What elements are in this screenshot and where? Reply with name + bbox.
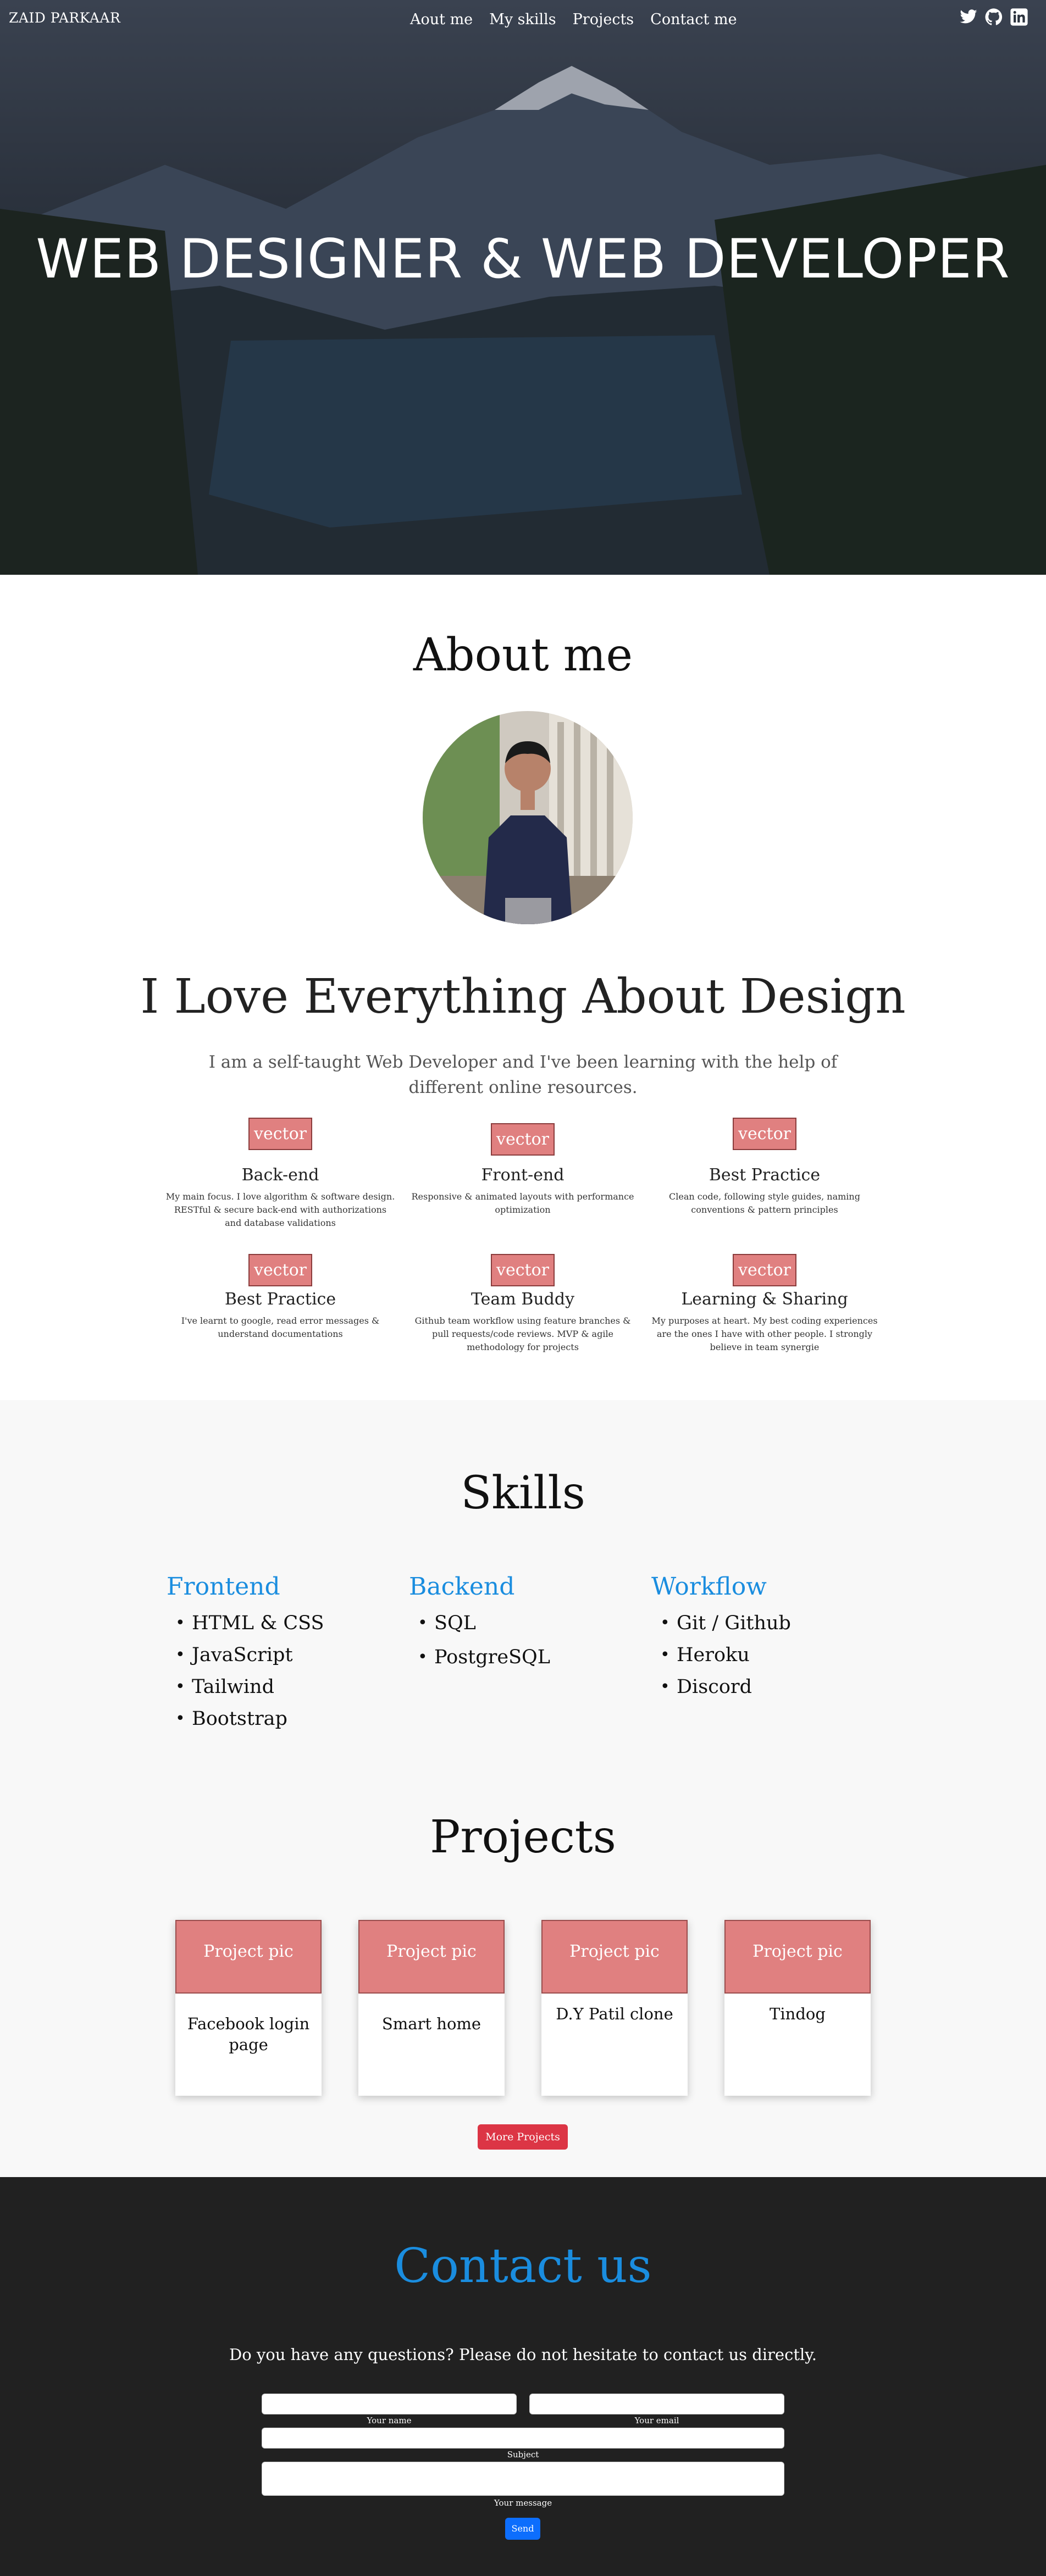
project-pic: Project pic — [175, 1920, 322, 1994]
projects-title: Projects — [430, 1811, 616, 1863]
feature-backend: vector Back-end My main focus. I love al… — [165, 1118, 396, 1230]
main-nav: Aout me My skills Projects Contact me — [410, 11, 737, 28]
message-field[interactable] — [262, 2462, 784, 2496]
nav-skills[interactable]: My skills — [489, 11, 556, 28]
project-card[interactable]: Project pic Tindog — [724, 1920, 871, 2096]
project-name: Tindog — [770, 2005, 826, 2023]
skill-item: Heroku — [651, 1639, 871, 1671]
skill-column-backend: Backend SQL PostgreSQL — [409, 1573, 629, 1674]
feature-frontend: vector Front-end Responsive & animated l… — [407, 1123, 638, 1217]
feature-text: My main focus. I love algorithm & softwa… — [165, 1191, 395, 1228]
vector-icon: vector — [248, 1118, 312, 1150]
feature-team-buddy: vector Team Buddy Github team workflow u… — [407, 1254, 638, 1354]
feature-text: Github team workflow using feature branc… — [414, 1315, 631, 1352]
vector-icon: vector — [491, 1254, 555, 1286]
contact-section: Contact us Do you have any questions? Pl… — [0, 2177, 1046, 2576]
project-name: Facebook login page — [187, 2014, 310, 2054]
skill-heading: Workflow — [651, 1573, 767, 1601]
email-label: Your email — [634, 2416, 679, 2425]
send-button[interactable]: Send — [505, 2518, 540, 2540]
message-label: Your message — [494, 2498, 552, 2508]
hero-title: WEB DESIGNER & WEB DEVELOPER — [36, 228, 1010, 291]
project-card[interactable]: Project pic D.Y Patil clone — [541, 1920, 688, 2096]
skill-item: Discord — [651, 1671, 871, 1703]
feature-learning-sharing: vector Learning & Sharing My purposes at… — [649, 1254, 880, 1354]
twitter-icon[interactable] — [959, 8, 978, 26]
hero-section: ZAID PARKAAR Aout me My skills Projects … — [0, 0, 1046, 575]
vector-icon: vector — [733, 1118, 796, 1150]
project-pic: Project pic — [541, 1920, 688, 1994]
skill-item: JavaScript — [167, 1639, 386, 1671]
nav-about[interactable]: Aout me — [410, 11, 473, 28]
about-title: About me — [413, 629, 633, 681]
skill-item: PostgreSQL — [409, 1640, 629, 1674]
skill-heading: Frontend — [167, 1573, 280, 1601]
feature-best-practice-2: vector Best Practice I've learnt to goog… — [165, 1254, 396, 1341]
skill-item: HTML & CSS — [167, 1607, 386, 1639]
vector-icon: vector — [491, 1123, 555, 1156]
avatar — [423, 711, 633, 924]
skill-item: Git / Github — [651, 1607, 871, 1639]
project-pic: Project pic — [724, 1920, 871, 1994]
feature-title: Back-end — [241, 1165, 319, 1185]
feature-title: Front-end — [481, 1165, 564, 1185]
nav-projects[interactable]: Projects — [573, 11, 634, 28]
skill-item: Bootstrap — [167, 1703, 386, 1735]
skill-item: Tailwind — [167, 1671, 386, 1703]
brand-logo[interactable]: ZAID PARKAAR — [9, 10, 120, 26]
feature-text: Responsive & animated layouts with perfo… — [411, 1191, 634, 1215]
contact-title: Contact us — [394, 2239, 652, 2294]
feature-title: Team Buddy — [471, 1290, 575, 1309]
feature-title: Learning & Sharing — [681, 1290, 848, 1309]
name-label: Your name — [367, 2416, 412, 2425]
subject-field[interactable] — [262, 2428, 784, 2449]
email-field[interactable] — [529, 2394, 784, 2414]
project-name: Smart home — [381, 2014, 482, 2033]
subject-label: Subject — [507, 2450, 539, 2460]
github-icon[interactable] — [984, 8, 1003, 26]
about-intro: I am a self-taught Web Developer and I'v… — [208, 1052, 838, 1097]
linkedin-icon[interactable] — [1010, 8, 1028, 26]
feature-title: Best Practice — [709, 1165, 821, 1185]
project-pic: Project pic — [358, 1920, 505, 1994]
skills-title: Skills — [461, 1467, 585, 1519]
contact-question: Do you have any questions? Please do not… — [229, 2345, 817, 2364]
project-card[interactable]: Project pic Smart home — [358, 1920, 505, 2096]
vector-icon: vector — [248, 1254, 312, 1286]
skill-item: SQL — [409, 1606, 629, 1640]
feature-title: Best Practice — [224, 1290, 336, 1309]
social-links — [959, 8, 1028, 26]
feature-text: My purposes at heart. My best coding exp… — [651, 1315, 878, 1352]
feature-best-practice: vector Best Practice Clean code, followi… — [649, 1118, 880, 1217]
project-name: D.Y Patil clone — [556, 2005, 673, 2023]
vector-icon: vector — [733, 1254, 796, 1286]
skill-column-frontend: Frontend HTML & CSS JavaScript Tailwind … — [167, 1573, 386, 1735]
skill-heading: Backend — [409, 1573, 515, 1601]
project-card[interactable]: Project pic Facebook login page — [175, 1920, 322, 2096]
about-tagline: I Love Everything About Design — [140, 969, 906, 1024]
skill-column-workflow: Workflow Git / Github Heroku Discord — [651, 1573, 871, 1703]
feature-text: I've learnt to google, read error messag… — [181, 1315, 380, 1339]
nav-contact[interactable]: Contact me — [650, 11, 737, 28]
feature-text: Clean code, following style guides, nami… — [669, 1191, 860, 1215]
name-field[interactable] — [262, 2394, 517, 2414]
more-projects-button[interactable]: More Projects — [478, 2124, 568, 2150]
